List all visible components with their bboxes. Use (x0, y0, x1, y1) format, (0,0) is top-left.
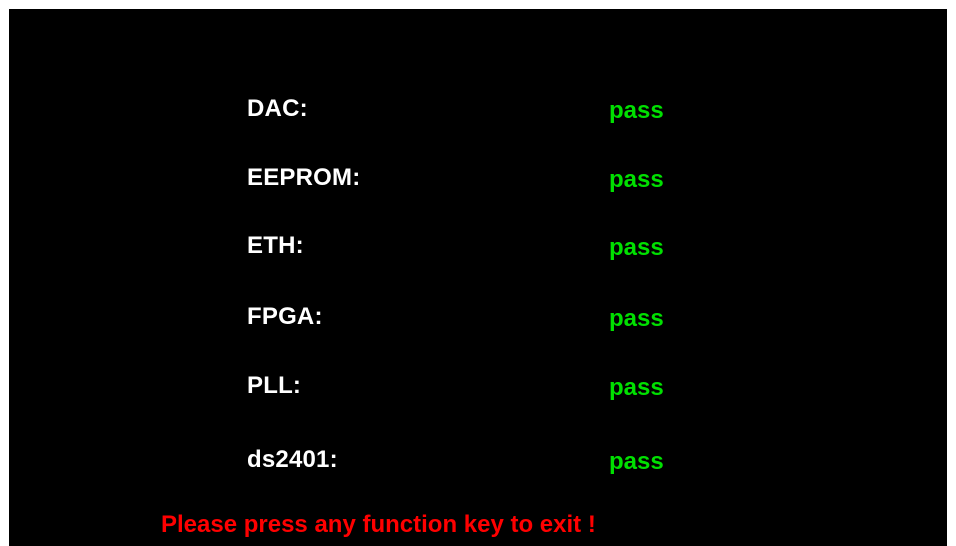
test-status: pass (609, 97, 664, 124)
test-status: pass (609, 166, 664, 193)
test-label: ETH: (247, 232, 304, 259)
test-status: pass (609, 305, 664, 332)
exit-message: Please press any function key to exit ! (161, 511, 596, 538)
test-label: EEPROM: (247, 164, 361, 191)
test-row-fpga: FPGA: pass (9, 299, 947, 335)
test-label: PLL: (247, 372, 302, 399)
test-row-ds2401: ds2401: pass (9, 442, 947, 478)
test-row-pll: PLL: pass (9, 368, 947, 404)
test-row-dac: DAC: pass (9, 91, 947, 127)
test-status: pass (609, 234, 664, 261)
test-status: pass (609, 374, 664, 401)
test-label: FPGA: (247, 303, 323, 330)
self-test-screen: DAC: pass EEPROM: pass ETH: pass FPGA: p… (9, 9, 947, 546)
test-row-eth: ETH: pass (9, 228, 947, 264)
test-status: pass (609, 448, 664, 475)
test-label: ds2401: (247, 446, 338, 473)
test-row-eeprom: EEPROM: pass (9, 160, 947, 196)
test-label: DAC: (247, 95, 308, 122)
